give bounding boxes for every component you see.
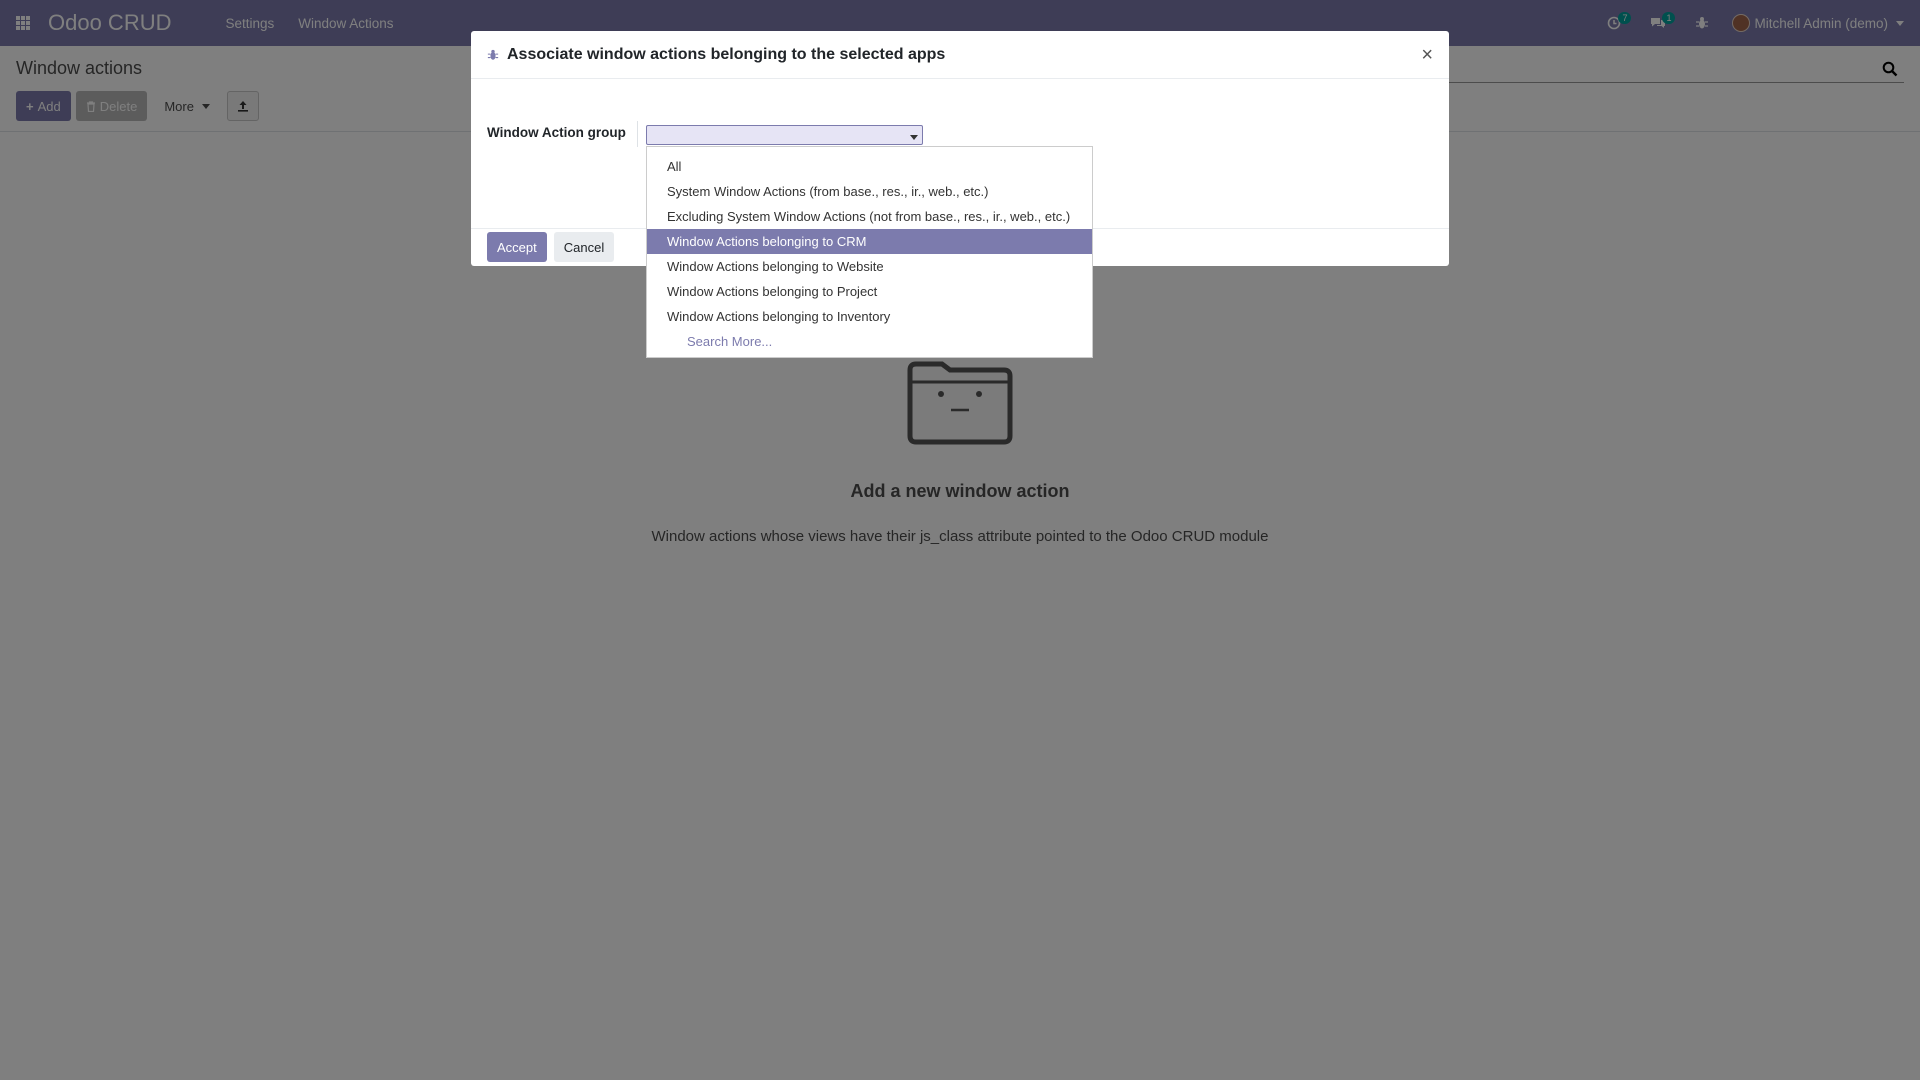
option-project[interactable]: Window Actions belonging to Project <box>647 279 1092 304</box>
bug-icon <box>487 49 499 60</box>
option-excluding-system-actions[interactable]: Excluding System Window Actions (not fro… <box>647 204 1092 229</box>
modal-header: Associate window actions belonging to th… <box>471 31 1449 79</box>
cancel-button[interactable]: Cancel <box>553 232 615 262</box>
accept-button[interactable]: Accept <box>487 232 547 262</box>
option-inventory[interactable]: Window Actions belonging to Inventory <box>647 304 1092 329</box>
window-action-group-options: All System Window Actions (from base., r… <box>646 146 1093 358</box>
option-crm[interactable]: Window Actions belonging to CRM <box>647 229 1092 254</box>
modal-footer: Accept Cancel <box>471 229 619 265</box>
option-system-actions[interactable]: System Window Actions (from base., res.,… <box>647 179 1092 204</box>
field-divider <box>637 121 638 147</box>
option-website[interactable]: Window Actions belonging to Website <box>647 254 1092 279</box>
dropdown-arrow-icon[interactable] <box>910 135 918 140</box>
search-more-link[interactable]: Search More... <box>647 329 1092 354</box>
option-all[interactable]: All <box>647 154 1092 179</box>
window-action-group-label: Window Action group <box>487 125 626 140</box>
window-action-group-select[interactable] <box>646 125 923 145</box>
modal-title: Associate window actions belonging to th… <box>507 45 946 63</box>
close-icon[interactable]: × <box>1421 45 1433 65</box>
